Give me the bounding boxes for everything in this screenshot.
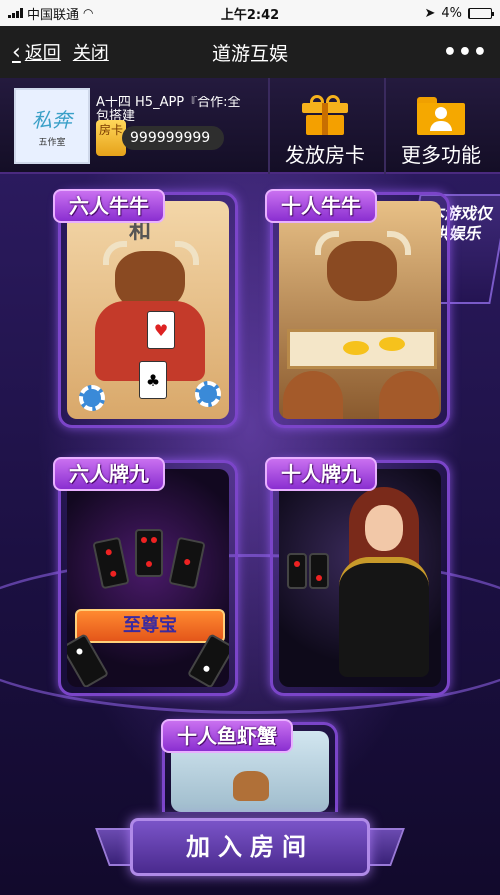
avatar[interactable]: 私奔 五作室	[14, 88, 90, 164]
signal-icon	[8, 8, 23, 18]
more-options-button[interactable]: •••	[443, 40, 488, 65]
nav-bar: ‹ 返回 关闭 道游互娱 •••	[0, 26, 500, 78]
game-card-fish-shrimp-crab[interactable]: 十人鱼虾蟹	[161, 719, 338, 812]
avatar-sub: 五作室	[38, 138, 66, 148]
game-card-ten-niuniu[interactable]: 十人牛牛	[265, 189, 450, 428]
chevron-left-icon: ‹	[12, 39, 21, 65]
niuniu-table-art	[279, 201, 441, 419]
club-card-icon: ♣	[139, 361, 167, 399]
status-right: ➤ 4%	[322, 5, 494, 21]
gold-icon	[343, 341, 369, 355]
zhizunbao-ribbon: 至尊宝	[75, 609, 225, 643]
more-functions-label: 更多功能	[401, 143, 481, 167]
status-bar: 中国联通 ◠ 上午2:42 ➤ 4%	[0, 0, 500, 26]
game-lobby: 本游戏仅供娱乐 和 ♥ ♣ 六人牛牛 十人牛牛 至尊宝 六人牌九 十人牌九 十人…	[0, 174, 500, 895]
chip-icon	[79, 385, 105, 411]
location-icon: ➤	[424, 5, 436, 21]
game-card-six-niuniu[interactable]: 和 ♥ ♣ 六人牛牛	[53, 189, 238, 428]
user-folder-icon	[417, 95, 465, 135]
status-time: 上午2:42	[220, 7, 280, 23]
join-room-button[interactable]: 加入房间	[130, 818, 370, 876]
game-card-six-paigow[interactable]: 至尊宝 六人牌九	[53, 457, 238, 696]
dealer-art	[279, 469, 441, 687]
carrier-label: 中国联通	[27, 7, 80, 23]
user-header: 私奔 五作室 A十四 H5_APP『合作:全包搭建 房卡 999999999 发…	[0, 78, 500, 174]
domino-icon	[309, 553, 329, 589]
close-button[interactable]: 关闭	[73, 39, 109, 65]
domino-icon	[92, 536, 130, 590]
game-label: 六人牌九	[53, 457, 165, 491]
back-button[interactable]: ‹ 返回	[12, 39, 61, 65]
niuniu-art: 和 ♥ ♣	[67, 201, 229, 419]
domino-icon	[168, 536, 206, 590]
chip-icon	[195, 381, 221, 407]
avatar-logo: 私奔	[32, 108, 72, 132]
status-left: 中国联通 ◠	[8, 4, 178, 23]
gold-icon	[379, 337, 405, 351]
gift-icon	[302, 95, 348, 135]
domino-icon	[135, 529, 163, 577]
game-label: 六人牛牛	[53, 189, 165, 223]
domino-icon	[287, 553, 307, 589]
distribute-cards-button[interactable]: 发放房卡	[268, 78, 380, 174]
game-card-ten-paigow[interactable]: 十人牌九	[265, 457, 450, 696]
paigow-art: 至尊宝	[67, 469, 229, 687]
dog-mascot-icon	[233, 771, 269, 801]
battery-percent: 4%	[441, 5, 462, 21]
battery-icon	[468, 7, 494, 19]
game-label: 十人牛牛	[265, 189, 377, 223]
game-label: 十人鱼虾蟹	[161, 719, 293, 753]
back-label: 返回	[24, 43, 61, 64]
wifi-icon: ◠	[83, 6, 94, 20]
game-label: 十人牌九	[265, 457, 377, 491]
distribute-cards-label: 发放房卡	[285, 143, 365, 167]
room-card-count: 999999999	[122, 126, 224, 150]
more-functions-button[interactable]: 更多功能	[384, 78, 496, 174]
heart-card-icon: ♥	[147, 311, 175, 349]
